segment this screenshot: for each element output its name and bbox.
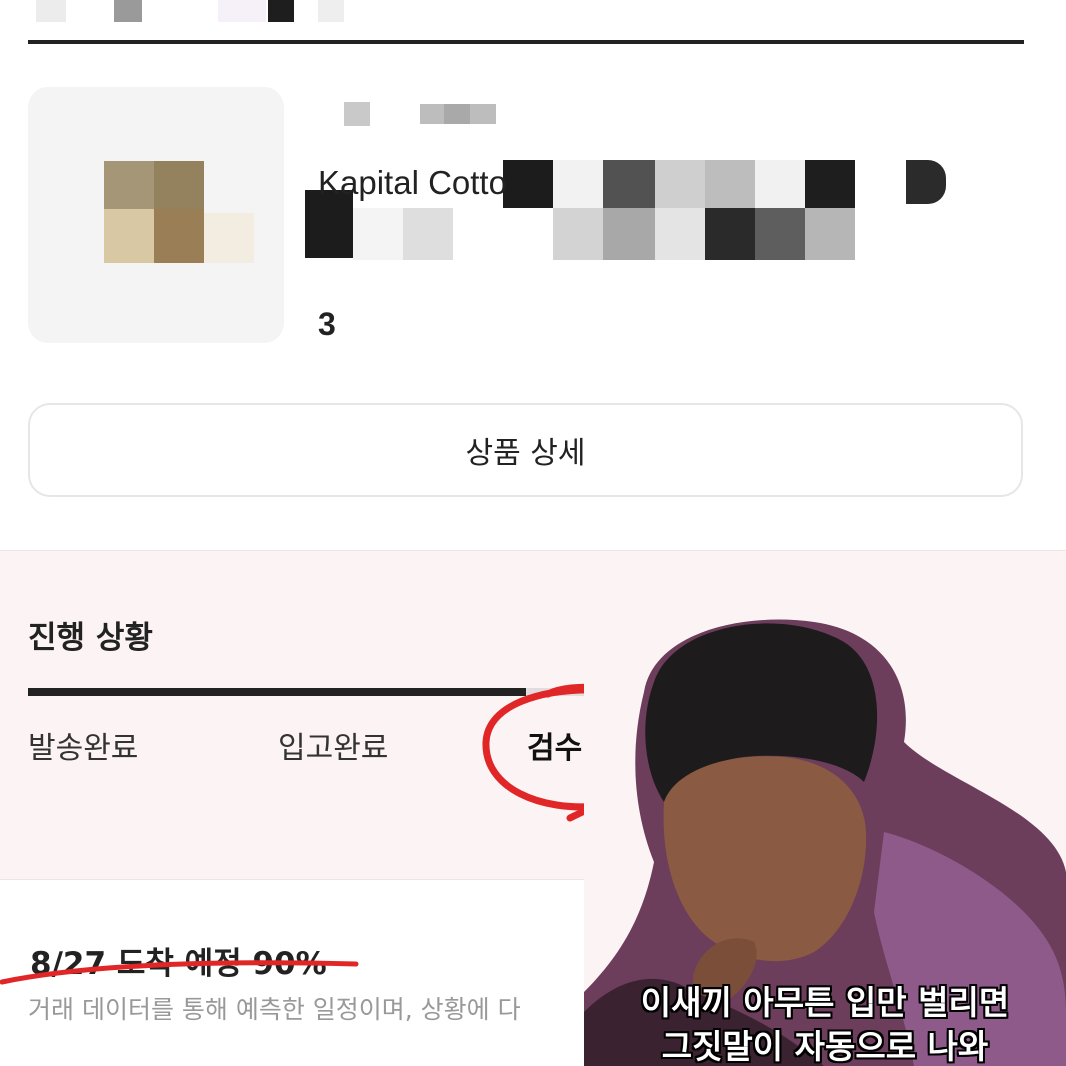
eta-label: 8/27 도착 예정 90%	[30, 946, 327, 982]
meme-caption-line-1: 이새끼 아무튼 입만 벌리면	[640, 983, 1010, 1022]
progress-title: 진행 상황	[28, 620, 153, 656]
eta-note: 거래 데이터를 통해 예측한 일정이며, 상황에 다	[28, 995, 521, 1024]
step-received: 입고완료	[278, 731, 389, 766]
top-divider	[28, 40, 1024, 44]
product-thumbnail[interactable]	[28, 87, 284, 343]
product-name: Kapital Cotto	[318, 164, 507, 201]
product-detail-button[interactable]: 상품 상세	[28, 403, 1023, 497]
step-shipped: 발송완료	[28, 731, 139, 766]
meme-caption-line-2: 그짓말이 자동으로 나와	[661, 1027, 989, 1066]
progress-fill	[28, 688, 526, 696]
product-quantity: 3	[318, 306, 336, 342]
top-strip-censored	[0, 0, 1066, 24]
meme-image: 이새끼 아무튼 입만 벌리면 그짓말이 자동으로 나와	[584, 612, 1066, 1066]
